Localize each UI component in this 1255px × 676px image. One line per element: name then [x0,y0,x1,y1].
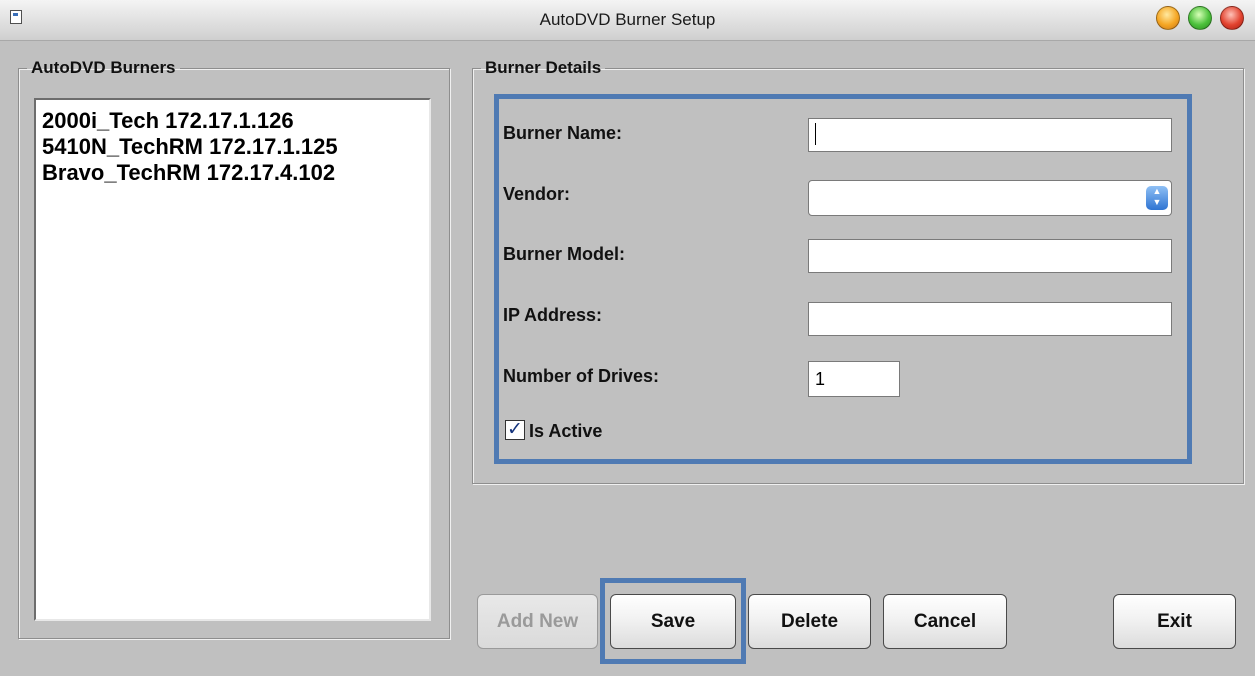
select-arrows-icon: ▲ ▼ [1146,186,1168,210]
burners-list[interactable]: 2000i_Tech 172.17.1.126 5410N_TechRM 172… [34,98,431,621]
burner-model-input[interactable] [808,239,1172,273]
burner-name-label: Burner Name: [503,123,623,143]
add-new-button[interactable]: Add New [477,594,598,649]
is-active-label: Is Active [529,421,603,441]
window-title: AutoDVD Burner Setup [539,10,716,29]
list-item[interactable]: Bravo_TechRM 172.17.4.102 [36,160,429,186]
delete-button[interactable]: Delete [748,594,871,649]
burner-name-input[interactable] [808,118,1172,152]
ip-address-input[interactable] [808,302,1172,336]
number-of-drives-input[interactable] [808,361,900,397]
burners-legend: AutoDVD Burners [31,58,176,77]
save-button[interactable]: Save [610,594,736,649]
maximize-button[interactable] [1188,6,1212,30]
list-item[interactable]: 5410N_TechRM 172.17.1.125 [36,134,429,160]
title-bar[interactable]: AutoDVD Burner Setup [0,0,1255,41]
number-of-drives-label: Number of Drives: [503,366,660,386]
burner-model-label: Burner Model: [503,244,626,264]
exit-button[interactable]: Exit [1113,594,1236,649]
vendor-label: Vendor: [503,184,571,204]
is-active-checkbox[interactable]: ✓ [505,420,525,440]
cancel-button[interactable]: Cancel [883,594,1007,649]
vendor-select[interactable]: ▲ ▼ [808,180,1172,216]
details-legend: Burner Details [485,58,602,77]
minimize-button[interactable] [1156,6,1180,30]
text-caret [815,123,816,145]
list-item[interactable]: 2000i_Tech 172.17.1.126 [36,108,429,134]
ip-address-label: IP Address: [503,305,603,325]
close-button[interactable] [1220,6,1244,30]
setup-window: AutoDVD Burner Setup AutoDVD Burners 200… [0,0,1255,676]
